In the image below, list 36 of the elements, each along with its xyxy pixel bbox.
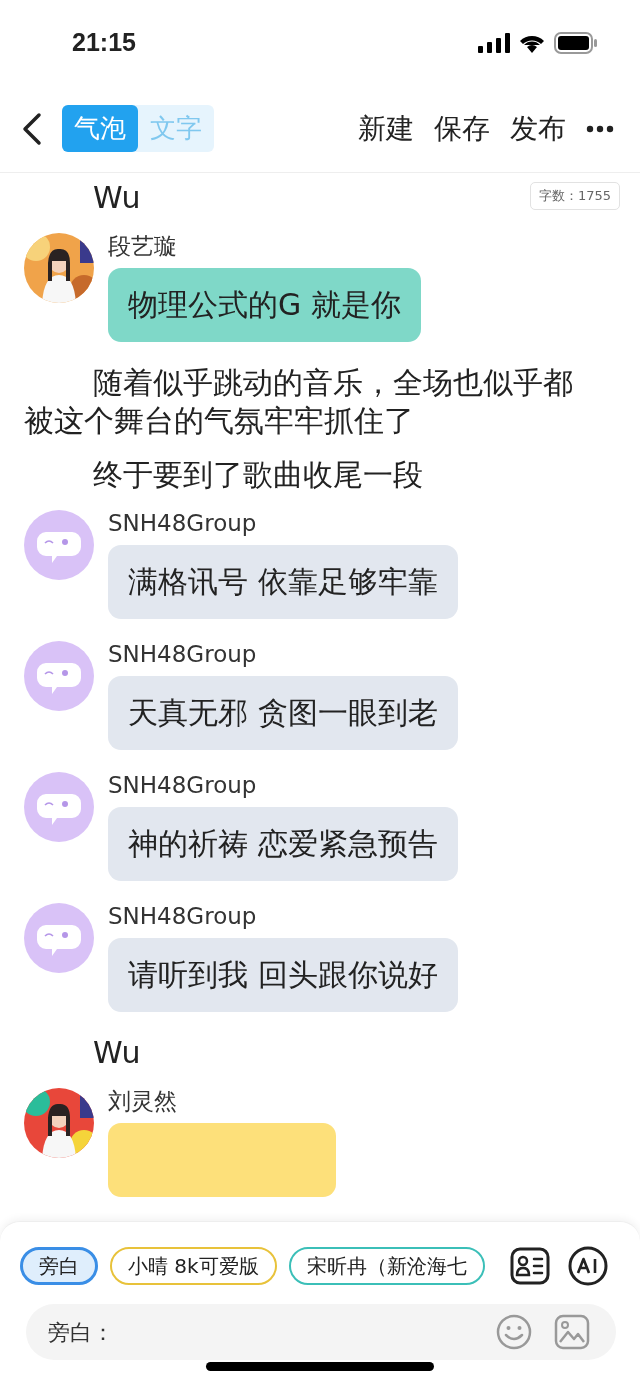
contact-card-icon[interactable] xyxy=(510,1247,550,1285)
back-icon[interactable] xyxy=(22,111,42,146)
role-chip[interactable]: 宋昕冉（新沧海七 xyxy=(288,1247,485,1285)
nav-action[interactable]: 保存 xyxy=(434,109,490,148)
word-count: 字数：1755 xyxy=(529,182,620,210)
avatar-icon xyxy=(24,641,94,711)
ai-icon[interactable] xyxy=(568,1246,608,1286)
avatar-icon xyxy=(24,903,94,973)
message-bubble: 物理公式的G 就是你 xyxy=(108,268,421,342)
message-bubble: 神的祈祷 恋爱紧急预告 xyxy=(108,807,458,881)
nav-action[interactable]: 新建 xyxy=(358,109,414,148)
image-icon[interactable] xyxy=(554,1314,590,1350)
sender-name: SNH48Group xyxy=(108,641,257,667)
role-chip[interactable]: 小晴 8k可爱版 xyxy=(110,1247,277,1285)
signal-icon xyxy=(478,32,510,53)
narration-text: 终于要到了歌曲收尾一段 xyxy=(92,456,423,494)
sender-name: SNH48Group xyxy=(108,772,257,798)
role-chip[interactable]: 旁白 xyxy=(20,1247,98,1285)
narration-text: Wu xyxy=(92,1034,141,1072)
avatar-icon xyxy=(24,772,94,842)
nav-action[interactable]: 发布 xyxy=(510,109,566,148)
sender-name: SNH48Group xyxy=(108,903,257,929)
status-time: 21:15 xyxy=(72,28,136,57)
more-icon[interactable] xyxy=(586,124,614,133)
avatar-icon xyxy=(24,510,94,580)
battery-icon xyxy=(554,31,598,54)
sender-name: 刘灵然 xyxy=(108,1088,177,1114)
narration-text: 随着似乎跳动的音乐，全场也似乎都被这个舞台的气氛牢牢抓住了 xyxy=(24,364,574,440)
narration-text: Wu xyxy=(92,179,141,217)
message-bubble: 天真无邪 贪图一眼到老 xyxy=(108,676,458,750)
sender-name: 段艺璇 xyxy=(108,233,177,259)
message-bubble: 满格讯号 依靠足够牢靠 xyxy=(108,545,458,619)
text-input[interactable]: 旁白： xyxy=(26,1304,616,1360)
message-bubble: 请听到我 回头跟你说好 xyxy=(108,938,458,1012)
emoji-icon[interactable] xyxy=(496,1314,532,1350)
sender-name: SNH48Group xyxy=(108,510,257,536)
